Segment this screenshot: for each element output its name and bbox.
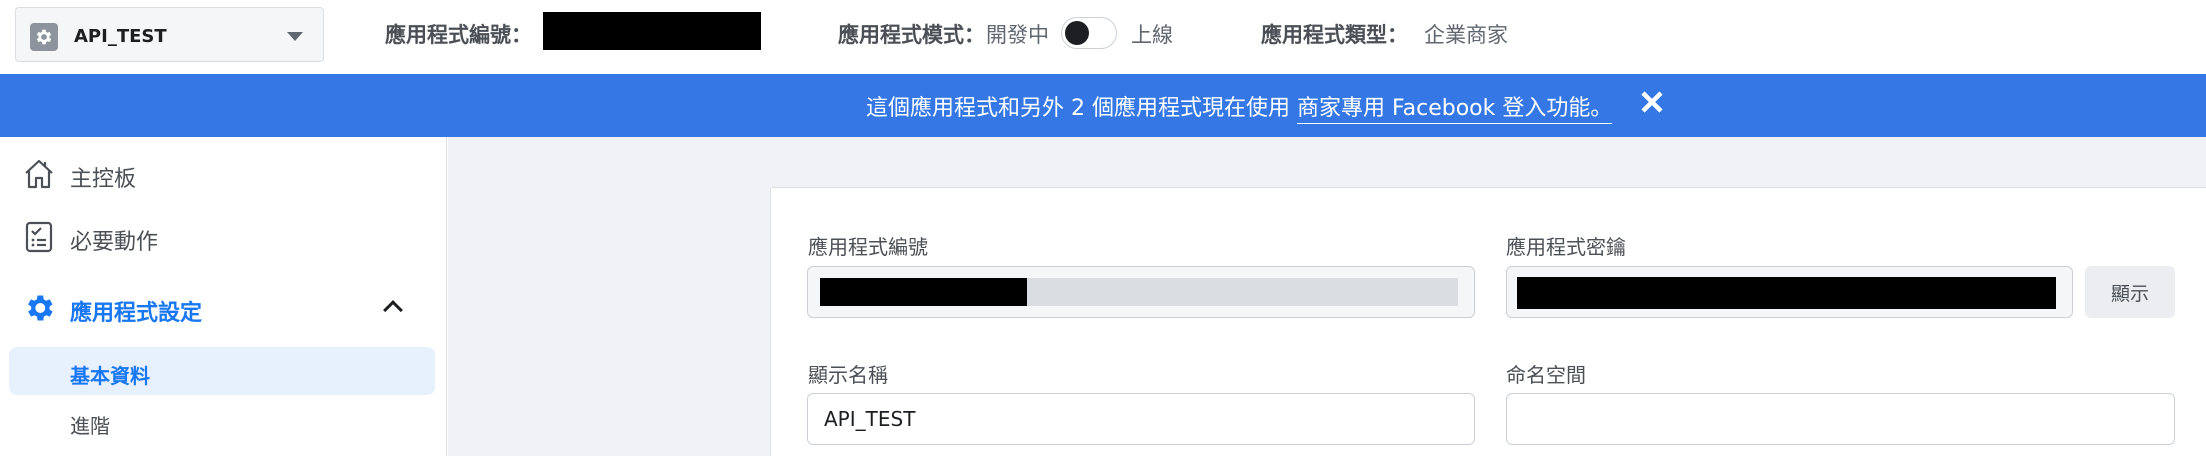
sidebar-item-label: 主控板 <box>70 167 137 192</box>
chevron-up-icon[interactable] <box>383 300 403 320</box>
sidebar: 主控板 必要動作 應用程式設定 基本資料 進階 <box>0 137 447 456</box>
app-type-value: 企業商家 <box>1424 23 1508 47</box>
sidebar-item-dashboard[interactable]: 主控板 <box>0 149 447 199</box>
app-mode-dev-text: 開發中 <box>986 23 1049 47</box>
app-secret-field[interactable] <box>1506 266 2073 318</box>
notice-banner: 這個應用程式和另外 2 個應用程式現在使用 商家專用 Facebook 登入功能… <box>0 74 2206 137</box>
app-mode-live-text: 上線 <box>1131 23 1173 47</box>
app-id-field[interactable] <box>807 266 1475 318</box>
close-icon[interactable] <box>1638 88 1666 116</box>
sidebar-subitem-basic[interactable]: 基本資料 <box>9 347 435 395</box>
namespace-input[interactable] <box>1506 393 2175 445</box>
app-secret-field-label: 應用程式密鑰 <box>1506 235 1626 259</box>
banner-link[interactable]: 商家專用 Facebook 登入功能。 <box>1296 96 1613 124</box>
show-secret-button[interactable]: 顯示 <box>2085 266 2175 318</box>
banner-text: 這個應用程式和另外 2 個應用程式現在使用 <box>866 96 1297 121</box>
app-id-field-label: 應用程式編號 <box>808 235 928 259</box>
display-name-value: API_TEST <box>824 407 916 431</box>
sidebar-item-app-settings[interactable]: 應用程式設定 <box>0 283 447 333</box>
app-name: API_TEST <box>74 26 167 47</box>
sidebar-subitem-advanced[interactable]: 進階 <box>9 397 435 445</box>
display-name-input[interactable]: API_TEST <box>807 393 1475 445</box>
app-mode-label: 應用程式模式： <box>838 23 985 47</box>
toggle-knob <box>1065 21 1089 45</box>
app-gear-icon <box>30 23 58 51</box>
top-bar: API_TEST 應用程式編號： 應用程式模式： 開發中 上線 應用程式類型： … <box>0 0 2206 74</box>
sidebar-subitem-label: 進階 <box>70 414 110 438</box>
app-selector-dropdown[interactable]: API_TEST <box>15 7 324 62</box>
sidebar-item-label: 應用程式設定 <box>70 301 203 326</box>
app-id-redacted <box>543 12 761 50</box>
app-id-label: 應用程式編號： <box>385 23 532 47</box>
app-id-redacted-value <box>820 278 1028 306</box>
banner-message: 這個應用程式和另外 2 個應用程式現在使用 商家專用 Facebook 登入功能… <box>866 90 1613 124</box>
sidebar-item-label: 必要動作 <box>70 230 159 255</box>
app-secret-redacted-value <box>1517 277 2056 309</box>
app-type-label: 應用程式類型： <box>1261 23 1408 47</box>
checklist-icon <box>25 221 53 253</box>
display-name-field-label: 顯示名稱 <box>808 363 888 387</box>
namespace-field-label: 命名空間 <box>1506 363 1586 387</box>
home-icon <box>25 159 53 189</box>
chevron-down-icon <box>287 32 303 41</box>
sidebar-item-required-actions[interactable]: 必要動作 <box>0 212 447 262</box>
app-mode-toggle[interactable] <box>1061 17 1117 49</box>
gear-icon <box>28 295 53 321</box>
sidebar-subitem-label: 基本資料 <box>70 364 150 388</box>
app-id-value-track <box>820 278 1458 306</box>
